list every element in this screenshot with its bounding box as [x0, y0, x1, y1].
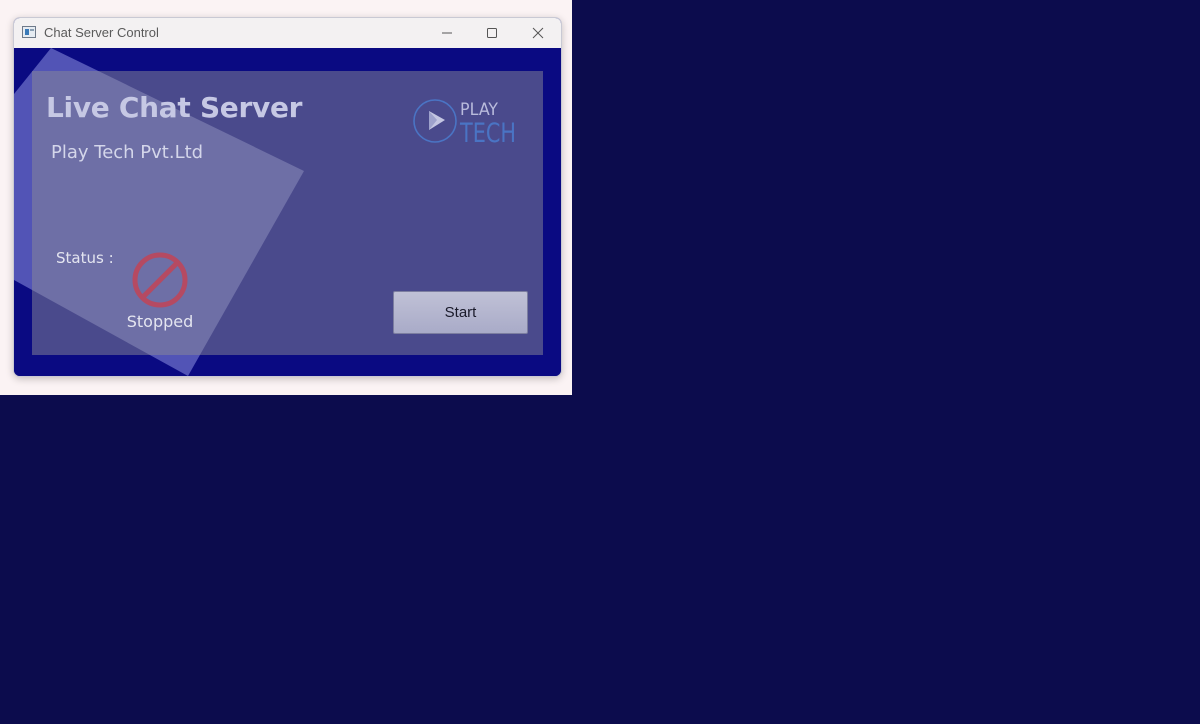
play-icon — [413, 99, 457, 143]
logo-text-tech: TECH — [459, 118, 516, 145]
client-area: Live Chat Server Play Tech Pvt.Ltd PLAY … — [14, 48, 561, 376]
app-window: Chat Server Control Live Chat Server Pla… — [13, 17, 562, 377]
app-window-icon — [22, 26, 36, 38]
close-button[interactable] — [515, 18, 561, 48]
title-bar[interactable]: Chat Server Control — [14, 18, 561, 48]
minimize-button[interactable] — [424, 18, 470, 48]
company-name: Play Tech Pvt.Ltd — [51, 142, 204, 163]
status-label: Status : — [56, 249, 114, 267]
minimize-icon — [442, 32, 452, 34]
maximize-icon — [487, 28, 497, 38]
status-value: Stopped — [126, 312, 194, 331]
content-panel: Live Chat Server Play Tech Pvt.Ltd PLAY … — [32, 71, 543, 355]
window-title: Chat Server Control — [44, 25, 159, 40]
close-icon — [532, 27, 544, 39]
start-button[interactable]: Start — [393, 291, 528, 334]
prohibited-icon — [132, 252, 188, 308]
page-title: Live Chat Server — [46, 91, 303, 124]
play-tech-logo: PLAY TECH — [413, 99, 516, 145]
maximize-button[interactable] — [469, 18, 515, 48]
logo-text-play: PLAY — [460, 100, 499, 120]
